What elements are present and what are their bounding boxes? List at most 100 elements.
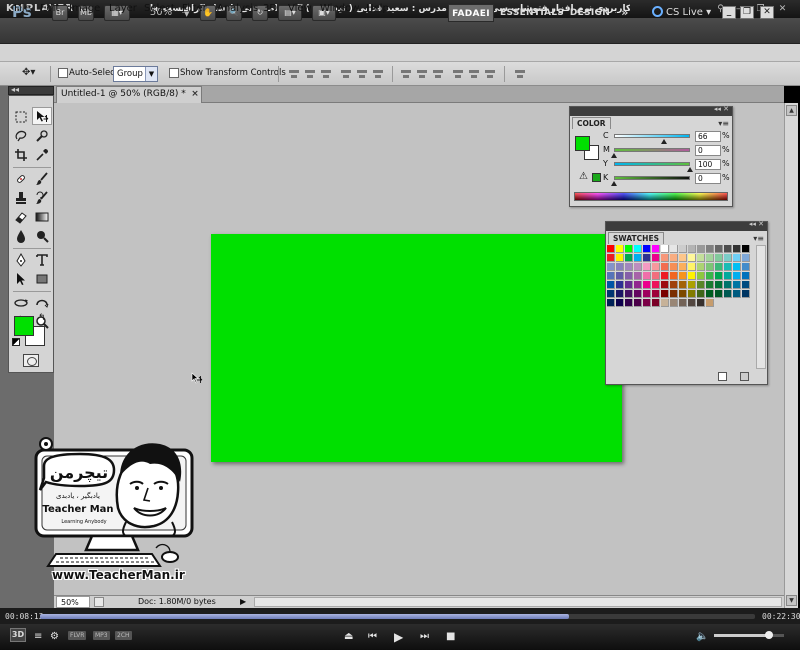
color-panel-foreground-swatch[interactable] — [575, 136, 590, 151]
workspace-fadaei[interactable]: FADAEI — [448, 4, 494, 22]
swatch[interactable] — [706, 245, 714, 253]
marquee-tool-icon[interactable] — [11, 108, 31, 126]
horizontal-scrollbar[interactable] — [254, 597, 782, 607]
swatch[interactable] — [724, 290, 732, 298]
swatch[interactable] — [706, 254, 714, 262]
type-tool-icon[interactable] — [32, 251, 52, 269]
swatch[interactable] — [724, 281, 732, 289]
swatch[interactable] — [625, 290, 633, 298]
align-hcenter-icon[interactable] — [356, 68, 368, 80]
swatch[interactable] — [670, 299, 678, 307]
auto-align-icon[interactable] — [514, 68, 526, 80]
swatch[interactable] — [661, 263, 669, 271]
menu-layer[interactable]: Layer — [109, 1, 137, 17]
auto-select-dropdown[interactable]: Group ▼ — [113, 66, 158, 82]
swatch[interactable] — [616, 290, 624, 298]
history-brush-tool-icon[interactable] — [32, 189, 52, 207]
swatch[interactable] — [634, 290, 642, 298]
swatch[interactable] — [715, 281, 723, 289]
swatch[interactable] — [679, 254, 687, 262]
align-left-icon[interactable] — [340, 68, 352, 80]
swatch[interactable] — [625, 263, 633, 271]
menu-window[interactable]: Window — [320, 1, 359, 17]
swatch[interactable] — [733, 281, 741, 289]
swatch[interactable] — [634, 272, 642, 280]
move-tool-preset-icon[interactable]: ✥▾ — [22, 67, 35, 78]
channel-slider-thumb[interactable] — [661, 139, 668, 144]
swatch[interactable] — [652, 245, 660, 253]
swatch[interactable] — [688, 281, 696, 289]
blur-tool-icon[interactable] — [11, 227, 31, 245]
quick-mask-icon[interactable] — [23, 354, 39, 367]
move-tool-icon[interactable] — [32, 107, 52, 125]
swatch[interactable] — [706, 263, 714, 271]
menu-icon[interactable]: ≡ — [34, 631, 42, 643]
status-preview-icon[interactable] — [94, 597, 104, 607]
app-minimize-button[interactable]: _ — [722, 6, 736, 19]
swatch[interactable] — [625, 245, 633, 253]
swatch[interactable] — [733, 245, 741, 253]
swatch[interactable] — [742, 245, 750, 253]
volume-icon[interactable]: 🔈 — [696, 631, 708, 643]
swatch[interactable] — [697, 263, 705, 271]
status-zoom[interactable]: 50% — [56, 596, 90, 608]
swatches-panel-tab[interactable]: SWATCHES — [608, 232, 664, 244]
swatch[interactable] — [733, 290, 741, 298]
clone-stamp-tool-icon[interactable] — [11, 189, 31, 207]
workspace-design[interactable]: DESIGN — [568, 4, 612, 22]
menu-view[interactable]: View — [288, 1, 312, 17]
swatch[interactable] — [616, 263, 624, 271]
swatch[interactable] — [643, 263, 651, 271]
align-bottom-icon[interactable] — [320, 68, 332, 80]
swatch[interactable] — [625, 299, 633, 307]
swatch[interactable] — [724, 254, 732, 262]
swatch[interactable] — [652, 272, 660, 280]
next-icon[interactable]: ⏭ — [420, 631, 429, 643]
channel-slider-thumb[interactable] — [611, 153, 617, 158]
status-menu-arrow-icon[interactable]: ▶ — [240, 597, 250, 607]
swatch[interactable] — [625, 272, 633, 280]
swatch[interactable] — [634, 299, 642, 307]
swatch[interactable] — [670, 254, 678, 262]
align-vcenter-icon[interactable] — [304, 68, 316, 80]
swatch[interactable] — [679, 281, 687, 289]
swatch[interactable] — [607, 299, 615, 307]
swatch[interactable] — [742, 263, 750, 271]
menu-3d[interactable]: 3D — [263, 1, 277, 17]
color-spectrum-ramp[interactable] — [574, 192, 728, 201]
swatch[interactable] — [607, 281, 615, 289]
distribute-top-icon[interactable] — [400, 68, 412, 80]
3d-mode-button[interactable]: 3D — [10, 628, 26, 642]
swatch[interactable] — [742, 254, 750, 262]
menu-file[interactable]: File — [14, 1, 31, 17]
path-select-tool-icon[interactable] — [11, 270, 31, 288]
channel-slider-thumb[interactable] — [611, 181, 617, 186]
swatch[interactable] — [607, 254, 615, 262]
swatch[interactable] — [724, 272, 732, 280]
swatch[interactable] — [634, 281, 642, 289]
swatch[interactable] — [715, 272, 723, 280]
workspace-essentials[interactable]: ESSENTIALS — [500, 4, 564, 22]
vertical-scrollbar[interactable]: ▲ ▼ — [784, 103, 798, 608]
seek-progress[interactable] — [40, 614, 570, 619]
swatch[interactable] — [679, 272, 687, 280]
eraser-tool-icon[interactable] — [11, 208, 31, 226]
swatch[interactable] — [661, 272, 669, 280]
swatch[interactable] — [643, 272, 651, 280]
swatch[interactable] — [661, 299, 669, 307]
channel-slider[interactable] — [614, 176, 690, 180]
stop-icon[interactable]: ■ — [446, 631, 455, 643]
distribute-right-icon[interactable] — [484, 68, 496, 80]
swatch[interactable] — [679, 299, 687, 307]
swatch[interactable] — [742, 281, 750, 289]
swatch[interactable] — [697, 299, 705, 307]
foreground-color-swatch-top[interactable] — [14, 316, 34, 336]
swatch[interactable] — [688, 245, 696, 253]
swatch[interactable] — [634, 263, 642, 271]
channel-slider[interactable] — [614, 134, 690, 138]
swatch[interactable] — [661, 245, 669, 253]
3d-orbit-tool-icon[interactable] — [32, 294, 52, 312]
collapse-icon[interactable]: ◂◂ — [11, 85, 19, 94]
swatch[interactable] — [697, 281, 705, 289]
swatch[interactable] — [625, 254, 633, 262]
